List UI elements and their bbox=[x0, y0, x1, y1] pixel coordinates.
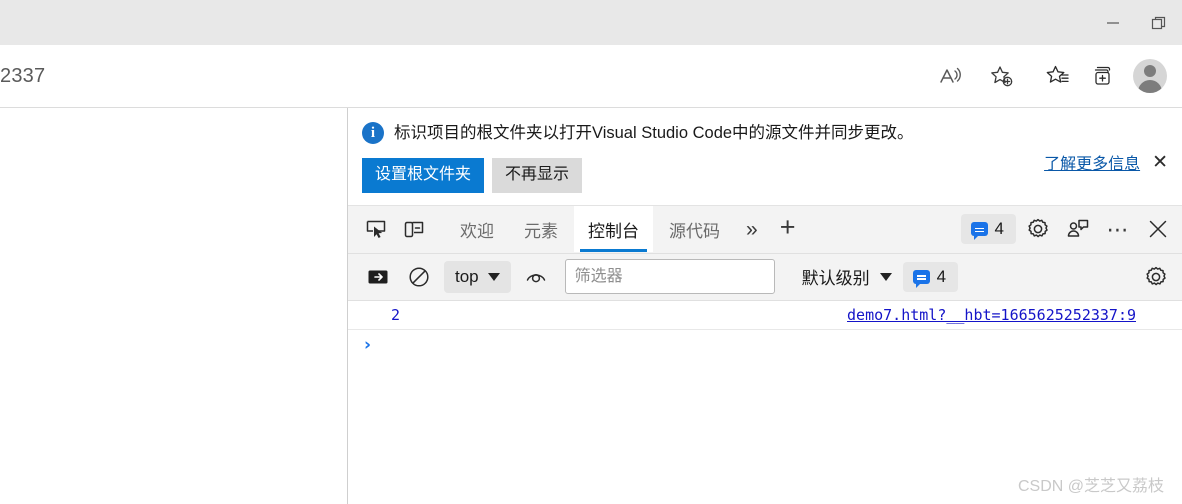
console-prompt-arrow: › bbox=[364, 334, 372, 355]
tab-elements[interactable]: 元素 bbox=[510, 206, 572, 252]
browser-content: i 标识项目的根文件夹以打开Visual Studio Code中的源文件并同步… bbox=[0, 108, 1182, 504]
window-minimize-button[interactable] bbox=[1090, 0, 1136, 45]
clear-console-icon[interactable] bbox=[401, 259, 437, 295]
banner-close-icon[interactable]: ✕ bbox=[1150, 153, 1170, 172]
message-bubble-icon bbox=[970, 222, 988, 241]
browser-chrome: 2337 bbox=[0, 0, 1182, 108]
tabbar-actions: 4 ⋯ bbox=[960, 211, 1176, 247]
devtools-more-icon[interactable]: ⋯ bbox=[1100, 211, 1136, 247]
console-message-row[interactable]: 2 demo7.html?__hbt=1665625252337:9 bbox=[348, 301, 1182, 330]
tab-welcome[interactable]: 欢迎 bbox=[446, 206, 508, 252]
dont-show-again-button[interactable]: 不再显示 bbox=[492, 158, 583, 193]
tab-console-label: 控制台 bbox=[588, 221, 639, 241]
console-settings-gear-icon[interactable] bbox=[1138, 259, 1174, 295]
banner-message-row: i 标识项目的根文件夹以打开Visual Studio Code中的源文件并同步… bbox=[362, 118, 1170, 146]
devtools-panel: i 标识项目的根文件夹以打开Visual Studio Code中的源文件并同步… bbox=[348, 108, 1182, 504]
chevron-down-icon bbox=[879, 272, 892, 281]
console-filter-input[interactable] bbox=[564, 259, 775, 295]
address-bar-text: 2337 bbox=[0, 64, 46, 87]
banner-message: 标识项目的根文件夹以打开Visual Studio Code中的源文件并同步更改… bbox=[394, 124, 914, 142]
live-expression-icon[interactable] bbox=[518, 259, 554, 295]
profile-avatar[interactable] bbox=[1128, 54, 1172, 98]
execution-context-select[interactable]: top bbox=[444, 260, 511, 293]
tab-sources[interactable]: 源代码 bbox=[655, 206, 734, 252]
banner-right-actions: 了解更多信息 ✕ bbox=[1044, 150, 1170, 174]
devtools-tabbar: 欢迎 元素 控制台 源代码 » + 4 ⋯ bbox=[348, 205, 1182, 254]
feedback-icon[interactable] bbox=[1060, 211, 1096, 247]
learn-more-link[interactable]: 了解更多信息 bbox=[1044, 150, 1140, 174]
read-aloud-icon[interactable] bbox=[928, 54, 972, 98]
console-issues-count: 4 bbox=[936, 266, 947, 286]
web-page-viewport[interactable] bbox=[0, 108, 348, 504]
console-level-value: 默认级别 bbox=[801, 269, 870, 289]
browser-toolbar: 2337 bbox=[0, 45, 1182, 108]
more-dots: ⋯ bbox=[1106, 216, 1130, 242]
tab-welcome-label: 欢迎 bbox=[460, 221, 494, 241]
inspect-element-icon[interactable] bbox=[358, 211, 394, 247]
set-root-folder-button[interactable]: 设置根文件夹 bbox=[362, 158, 485, 193]
tab-sources-label: 源代码 bbox=[669, 221, 720, 241]
console-message-badge[interactable]: 4 bbox=[960, 214, 1016, 245]
more-tabs-icon[interactable]: » bbox=[736, 219, 768, 240]
address-bar[interactable]: 2337 bbox=[0, 45, 928, 108]
console-sidebar-toggle-icon[interactable] bbox=[360, 259, 396, 295]
console-repeat-count: 2 bbox=[390, 305, 400, 324]
favorites-icon[interactable] bbox=[1036, 54, 1080, 98]
console-toolbar: top 默认级别 4 bbox=[348, 253, 1182, 301]
info-icon: i bbox=[362, 122, 384, 144]
window-controls bbox=[1090, 0, 1182, 45]
console-output[interactable]: 2 demo7.html?__hbt=1665625252337:9 › CSD… bbox=[348, 300, 1182, 504]
execution-context-value: top bbox=[455, 266, 479, 286]
console-prompt-row[interactable]: › bbox=[348, 330, 1182, 360]
console-issues-badge[interactable]: 4 bbox=[902, 261, 959, 292]
devtools-close-icon[interactable] bbox=[1140, 211, 1176, 247]
devtools-notification-banner: i 标识项目的根文件夹以打开Visual Studio Code中的源文件并同步… bbox=[348, 108, 1182, 206]
window-restore-button[interactable] bbox=[1136, 0, 1182, 45]
console-message-count: 4 bbox=[994, 219, 1004, 239]
add-favorite-icon[interactable] bbox=[980, 54, 1024, 98]
browser-toolbar-right bbox=[1036, 54, 1182, 98]
csdn-watermark: CSDN @芝芝又荔枝 bbox=[1017, 478, 1164, 495]
console-source-link[interactable]: demo7.html?__hbt=1665625252337:9 bbox=[847, 306, 1174, 324]
chevron-down-icon bbox=[487, 272, 500, 281]
avatar bbox=[1133, 59, 1167, 93]
console-level-select[interactable]: 默认级别 bbox=[792, 259, 898, 294]
devtools-settings-gear-icon[interactable] bbox=[1020, 211, 1056, 247]
collections-icon[interactable] bbox=[1082, 54, 1126, 98]
message-bubble-icon bbox=[912, 269, 930, 288]
window-titlebar bbox=[0, 0, 1182, 45]
device-toolbar-icon[interactable] bbox=[396, 211, 432, 247]
tab-elements-label: 元素 bbox=[524, 221, 558, 241]
address-bar-actions bbox=[928, 54, 1036, 98]
add-tab-icon[interactable]: + bbox=[770, 214, 806, 241]
tab-console[interactable]: 控制台 bbox=[574, 206, 653, 253]
